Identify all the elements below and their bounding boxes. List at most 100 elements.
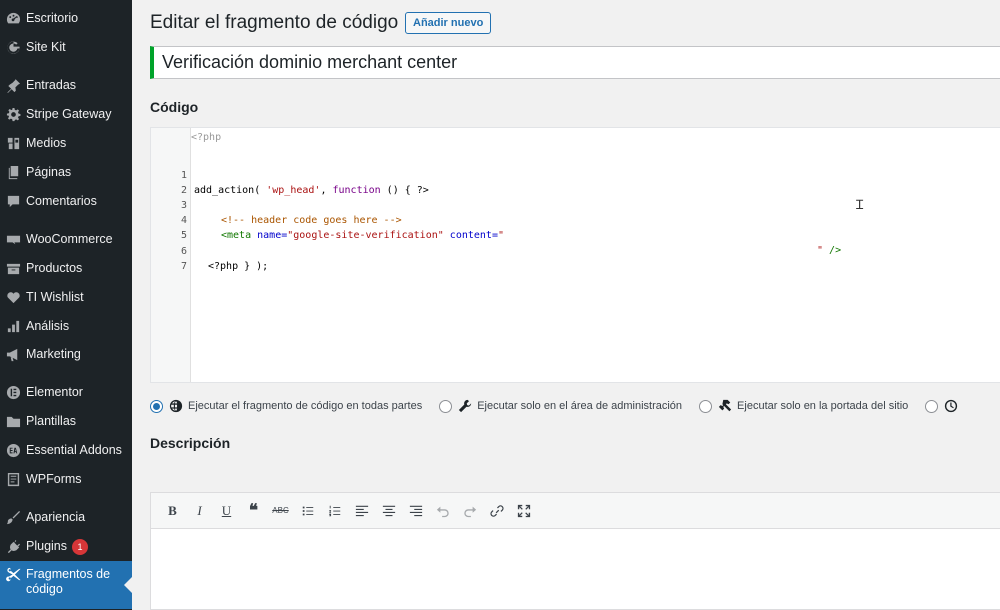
sidebar-item-woocommerce[interactable]: WooCommerce bbox=[0, 225, 132, 254]
text-cursor-icon: Ɪ bbox=[856, 198, 864, 213]
sidebar-item-label: TI Wishlist bbox=[26, 290, 84, 304]
code-line: 7 bbox=[151, 244, 1000, 272]
sidebar-item-site-kit[interactable]: Site Kit bbox=[0, 33, 132, 62]
sidebar-item-plantillas[interactable]: Plantillas bbox=[0, 407, 132, 436]
strikethrough-icon[interactable]: ABC bbox=[267, 500, 294, 522]
sidebar-item-label: WPForms bbox=[26, 472, 82, 486]
align-center-icon[interactable] bbox=[375, 500, 402, 522]
code-line: 6 <?php } ); bbox=[151, 229, 1000, 272]
redo-icon[interactable] bbox=[456, 500, 483, 522]
sidebar-item-essential-addons[interactable]: Essential Addons bbox=[0, 436, 132, 465]
elementor-icon bbox=[0, 385, 26, 400]
sidebar-item-comentarios[interactable]: Comentarios bbox=[0, 187, 132, 216]
sidebar-item-wpforms[interactable]: WPForms bbox=[0, 465, 132, 494]
sidebar-item-marketing[interactable]: Marketing bbox=[0, 340, 132, 369]
sidebar-item-label: Fragmentos de código bbox=[26, 567, 111, 596]
blockquote-icon[interactable]: ❝ bbox=[240, 500, 267, 522]
pin-icon bbox=[0, 78, 26, 93]
scope-option-front-end[interactable]: Ejecutar solo en la portada del sitio bbox=[699, 399, 908, 413]
sidebar-item-label: Plantillas bbox=[26, 414, 77, 428]
code-line: 1 add_action( 'wp_head', function () { ?… bbox=[151, 153, 1000, 196]
sidebar-item-label: Análisis bbox=[26, 319, 70, 333]
snippet-title-input[interactable]: Verificación dominio merchant center bbox=[150, 46, 1000, 79]
code-line: 2 bbox=[151, 168, 1000, 196]
scope-options: Ejecutar el fragmento de código en todas… bbox=[150, 397, 980, 415]
sidebar-item-escritorio[interactable]: Escritorio bbox=[0, 4, 132, 33]
hammer-icon bbox=[718, 399, 732, 413]
undo-icon[interactable] bbox=[429, 500, 456, 522]
globe-icon bbox=[169, 399, 183, 413]
products-icon bbox=[0, 261, 26, 276]
sidebar-item-medios[interactable]: Medios bbox=[0, 129, 132, 158]
sidebar-item-label: Escritorio bbox=[26, 11, 79, 25]
megaphone-icon bbox=[0, 347, 26, 362]
update-count-badge: 1 bbox=[72, 538, 88, 555]
scope-option-label: Ejecutar solo en la portada del sitio bbox=[737, 400, 909, 412]
radio-button[interactable] bbox=[925, 399, 939, 413]
sidebar-item-paginas[interactable]: Páginas bbox=[0, 158, 132, 187]
gear-icon bbox=[0, 107, 26, 122]
sidebar-item-label: Entradas bbox=[26, 78, 77, 92]
link-icon[interactable] bbox=[483, 500, 510, 522]
sidebar-item-label: Elementor bbox=[26, 385, 83, 399]
woocommerce-icon bbox=[0, 232, 26, 247]
align-right-icon[interactable] bbox=[402, 500, 429, 522]
pages-icon bbox=[0, 165, 26, 180]
php-open-tag: <?php bbox=[191, 132, 222, 143]
align-left-icon[interactable] bbox=[348, 500, 375, 522]
page-title: Editar el fragmento de código bbox=[150, 12, 399, 33]
fullscreen-icon[interactable] bbox=[510, 500, 537, 522]
plug-icon bbox=[0, 539, 26, 554]
wrench-icon bbox=[458, 399, 472, 413]
comment-icon bbox=[0, 194, 26, 209]
active-menu-indicator bbox=[124, 577, 132, 593]
sidebar-item-plugins[interactable]: Plugins 1 bbox=[0, 532, 132, 561]
sidebar-item-productos[interactable]: Productos bbox=[0, 254, 132, 283]
sidebar-item-label: WooCommerce bbox=[26, 232, 113, 246]
bullet-list-icon[interactable] bbox=[294, 500, 321, 522]
sidebar-item-ti-wishlist[interactable]: TI Wishlist bbox=[0, 283, 132, 312]
radio-button[interactable] bbox=[439, 399, 453, 413]
add-new-button[interactable]: Añadir nuevo bbox=[405, 12, 492, 34]
sidebar-item-apariencia[interactable]: Apariencia bbox=[0, 503, 132, 532]
scissors-icon bbox=[0, 567, 26, 582]
scope-option-label: Ejecutar solo en el área de administraci… bbox=[477, 400, 683, 412]
sidebar-item-elementor[interactable]: Elementor bbox=[0, 378, 132, 407]
editor-toolbar: B I U ❝ ABC bbox=[151, 493, 1000, 529]
numbered-list-icon[interactable] bbox=[321, 500, 348, 522]
underline-icon[interactable]: U bbox=[213, 500, 240, 522]
brush-icon bbox=[0, 510, 26, 525]
google-g-icon bbox=[0, 40, 26, 55]
dashboard-icon bbox=[0, 11, 26, 26]
code-section-label: Código bbox=[150, 99, 199, 115]
radio-button[interactable] bbox=[699, 399, 713, 413]
sidebar-item-entradas[interactable]: Entradas bbox=[0, 71, 132, 100]
main-content: Editar el fragmento de código Añadir nue… bbox=[132, 0, 1000, 610]
sidebar-item-label: Stripe Gateway bbox=[26, 107, 112, 121]
description-editor: B I U ❝ ABC bbox=[150, 492, 1000, 610]
admin-sidebar: Escritorio Site Kit Entradas Stripe Gate… bbox=[0, 0, 132, 610]
sidebar-item-analisis[interactable]: Análisis bbox=[0, 312, 132, 341]
sidebar-item-label: Apariencia bbox=[26, 510, 86, 524]
code-editor[interactable]: <?php 1 add_action( 'wp_head', function … bbox=[150, 127, 1000, 383]
sidebar-item-fragmentos-de-codigo[interactable]: Fragmentos de código bbox=[0, 561, 132, 609]
code-line: 4 <meta name="google-site-verification" … bbox=[151, 198, 1000, 256]
sidebar-item-stripe-gateway[interactable]: Stripe Gateway bbox=[0, 100, 132, 129]
bold-icon[interactable]: B bbox=[159, 500, 186, 522]
description-section-label: Descripción bbox=[150, 435, 231, 451]
media-icon bbox=[0, 136, 26, 151]
scope-option-once[interactable] bbox=[925, 399, 963, 413]
code-line: 5 bbox=[151, 213, 1000, 241]
scope-option-admin[interactable]: Ejecutar solo en el área de administraci… bbox=[439, 399, 682, 413]
bar-chart-icon bbox=[0, 319, 26, 334]
sidebar-item-label: Site Kit bbox=[26, 40, 66, 54]
clock-icon bbox=[944, 399, 958, 413]
sidebar-item-label: Marketing bbox=[26, 347, 81, 361]
sidebar-item-label: Comentarios bbox=[26, 194, 97, 208]
forms-icon bbox=[0, 472, 26, 487]
italic-icon[interactable]: I bbox=[186, 500, 213, 522]
folder-icon bbox=[0, 414, 26, 429]
radio-button[interactable] bbox=[150, 399, 163, 413]
scope-option-everywhere[interactable]: Ejecutar el fragmento de código en todas… bbox=[150, 399, 422, 413]
sidebar-item-label: Medios bbox=[26, 136, 67, 150]
